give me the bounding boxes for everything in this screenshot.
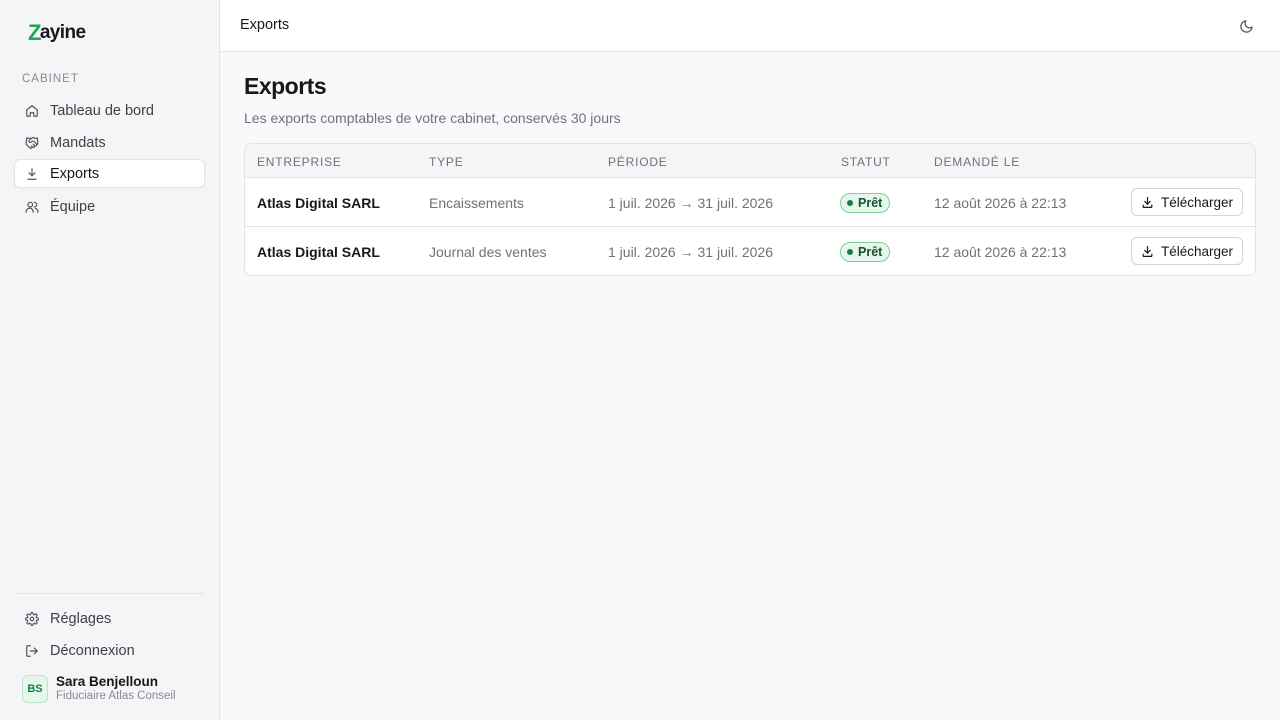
download-icon (24, 166, 40, 182)
status-label: Prêt (858, 196, 883, 210)
sidebar-item-label: Réglages (50, 610, 112, 627)
sidebar-item-logout[interactable]: Déconnexion (14, 636, 205, 665)
status-badge: Prêt (840, 242, 891, 262)
cell-company: Atlas Digital SARL (257, 195, 380, 211)
theme-toggle-button[interactable] (1236, 16, 1256, 36)
logo-text: ayine (39, 22, 86, 43)
cell-company: Atlas Digital SARL (257, 244, 380, 260)
sidebar-item-label: Mandats (50, 134, 106, 151)
download-icon (1142, 196, 1153, 208)
cell-period: 1 juil. 2026 → 31 juil. 2026 (608, 244, 773, 260)
column-header-company: ENTREPRISE (257, 155, 342, 169)
sidebar-item-dashboard[interactable]: Tableau de bord (14, 96, 205, 125)
user-profile[interactable]: BS Sara Benjelloun Fiduciaire Atlas Cons… (22, 674, 176, 703)
sidebar: Z ayine CABINET Tableau de bord Mandats … (0, 0, 220, 720)
avatar: BS (22, 674, 48, 703)
cell-requested: 12 août 2026 à 22:13 (934, 244, 1067, 260)
status-dot (847, 200, 853, 206)
cell-type: Encaissements (429, 195, 524, 211)
table-row: Atlas Digital SARL Journal des ventes 1 … (245, 227, 1255, 275)
status-dot (847, 249, 853, 255)
column-header-requested: DEMANDÉ LE (934, 155, 1021, 169)
cell-requested: 12 août 2026 à 22:13 (934, 195, 1067, 211)
user-organization: Fiduciaire Atlas Conseil (56, 690, 176, 702)
download-button[interactable]: Télécharger (1131, 188, 1243, 216)
column-header-type: TYPE (429, 155, 464, 169)
exports-table: ENTREPRISE TYPE PÉRIODE STATUT DEMANDÉ L… (244, 143, 1256, 276)
sidebar-item-mandats[interactable]: Mandats (14, 128, 205, 157)
sidebar-item-label: Tableau de bord (50, 102, 154, 119)
handshake-icon (24, 135, 40, 151)
sidebar-item-label: Équipe (50, 198, 96, 215)
sidebar-divider (14, 593, 205, 594)
page-subtitle: Les exports comptables de votre cabinet,… (244, 110, 621, 126)
topbar: Exports (220, 0, 1280, 52)
sidebar-item-equipe[interactable]: Équipe (14, 192, 205, 221)
column-header-period: PÉRIODE (608, 155, 668, 169)
gear-icon (24, 611, 40, 627)
page-title: Exports (244, 73, 327, 99)
user-name: Sara Benjelloun (56, 674, 159, 689)
sidebar-item-settings[interactable]: Réglages (14, 604, 205, 633)
logout-icon (24, 643, 40, 659)
table-row: Atlas Digital SARL Encaissements 1 juil.… (245, 178, 1255, 227)
status-label: Prêt (858, 245, 883, 259)
sidebar-item-label: Déconnexion (50, 642, 135, 659)
cell-type: Journal des ventes (429, 244, 547, 260)
status-badge: Prêt (840, 193, 891, 213)
users-icon (24, 199, 40, 215)
sidebar-item-label: Exports (50, 165, 100, 182)
sidebar-section-label: CABINET (22, 73, 79, 85)
topbar-title: Exports (240, 17, 290, 33)
moon-icon (1239, 19, 1253, 33)
app-logo[interactable]: Z ayine (28, 20, 86, 46)
home-icon (24, 103, 40, 119)
column-header-status: STATUT (841, 155, 891, 169)
download-button-label: Télécharger (1160, 194, 1234, 210)
download-button[interactable]: Télécharger (1131, 237, 1243, 265)
sidebar-item-exports[interactable]: Exports (14, 159, 205, 188)
table-header: ENTREPRISE TYPE PÉRIODE STATUT DEMANDÉ L… (245, 144, 1255, 178)
download-icon (1142, 245, 1153, 257)
cell-period: 1 juil. 2026 → 31 juil. 2026 (608, 195, 773, 211)
download-button-label: Télécharger (1160, 243, 1234, 259)
